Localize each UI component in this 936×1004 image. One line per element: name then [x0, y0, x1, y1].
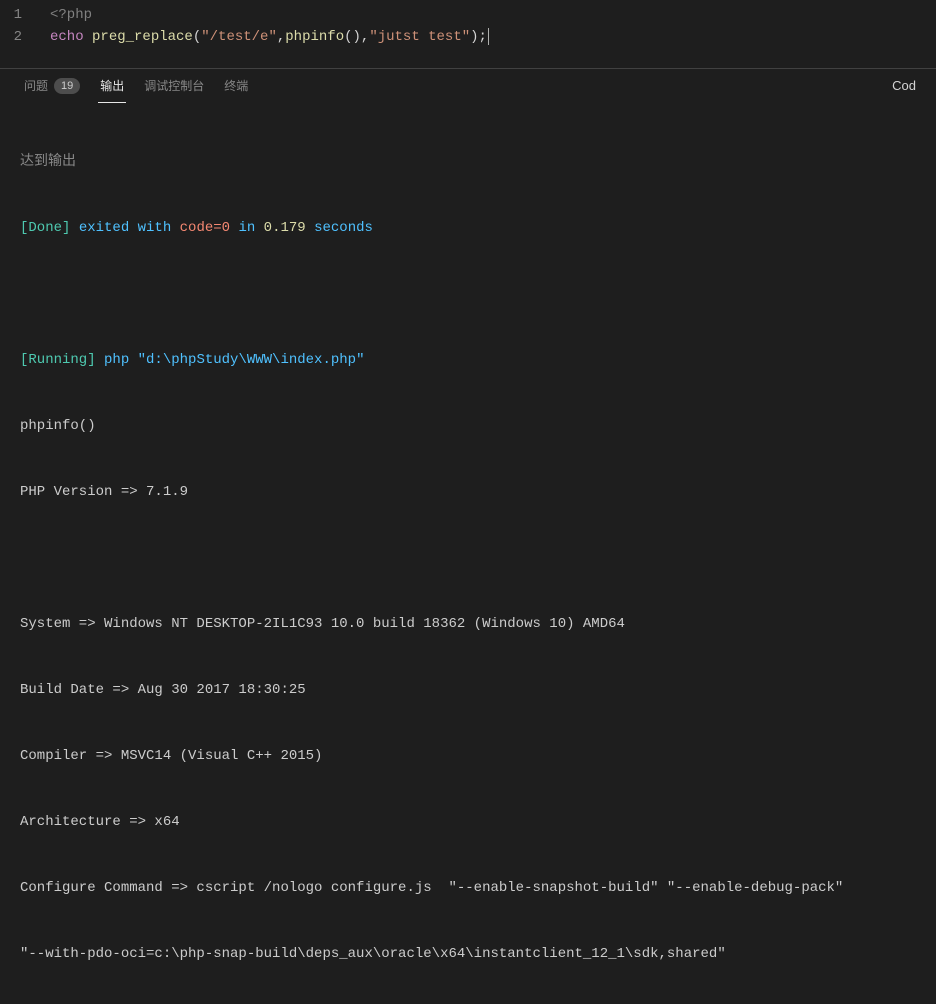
output-line: Architecture => x64 [20, 811, 916, 833]
code-line: 1 <?php [0, 4, 936, 26]
output-line: [Running] php "d:\phpStudy\WWW\index.php… [20, 349, 916, 371]
line-number: 2 [0, 26, 50, 48]
code-button[interactable]: Cod [886, 76, 922, 95]
output-line: 达到输出 [20, 151, 916, 173]
output-line [20, 547, 916, 569]
problems-badge: 19 [54, 78, 80, 94]
code-editor[interactable]: 1 <?php 2 echo preg_replace("/test/e",ph… [0, 0, 936, 68]
tab-terminal[interactable]: 终端 [214, 69, 258, 102]
cursor-icon [488, 28, 489, 45]
output-line: Build Date => Aug 30 2017 18:30:25 [20, 679, 916, 701]
output-line: Compiler => MSVC14 (Visual C++ 2015) [20, 745, 916, 767]
panel: 问题 19 输出 调试控制台 终端 Cod 达到输出 [Done] exited… [0, 69, 936, 1004]
panel-tabs: 问题 19 输出 调试控制台 终端 Cod [0, 69, 936, 103]
output-line: Configure Command => cscript /nologo con… [20, 877, 916, 899]
line-content[interactable]: echo preg_replace("/test/e",phpinfo(),"j… [50, 26, 936, 48]
output-line: [Done] exited with code=0 in 0.179 secon… [20, 217, 916, 239]
tab-label: 调试控制台 [144, 77, 204, 94]
output-area[interactable]: 达到输出 [Done] exited with code=0 in 0.179 … [0, 103, 936, 1004]
tab-label: 输出 [100, 77, 124, 94]
tab-output[interactable]: 输出 [90, 69, 134, 102]
output-line: System => Windows NT DESKTOP-2IL1C93 10.… [20, 613, 916, 635]
tab-debug[interactable]: 调试控制台 [134, 69, 214, 102]
tab-label: 终端 [224, 77, 248, 94]
output-line: "--with-pdo-oci=c:\php-snap-build\deps_a… [20, 943, 916, 965]
output-line: phpinfo() [20, 415, 916, 437]
output-line [20, 283, 916, 305]
panel-actions: Cod [886, 76, 922, 95]
output-line: PHP Version => 7.1.9 [20, 481, 916, 503]
tab-label: 问题 [24, 77, 48, 94]
line-number: 1 [0, 4, 50, 26]
tab-problems[interactable]: 问题 19 [14, 69, 90, 102]
code-line: 2 echo preg_replace("/test/e",phpinfo(),… [0, 26, 936, 48]
line-content[interactable]: <?php [50, 4, 936, 26]
